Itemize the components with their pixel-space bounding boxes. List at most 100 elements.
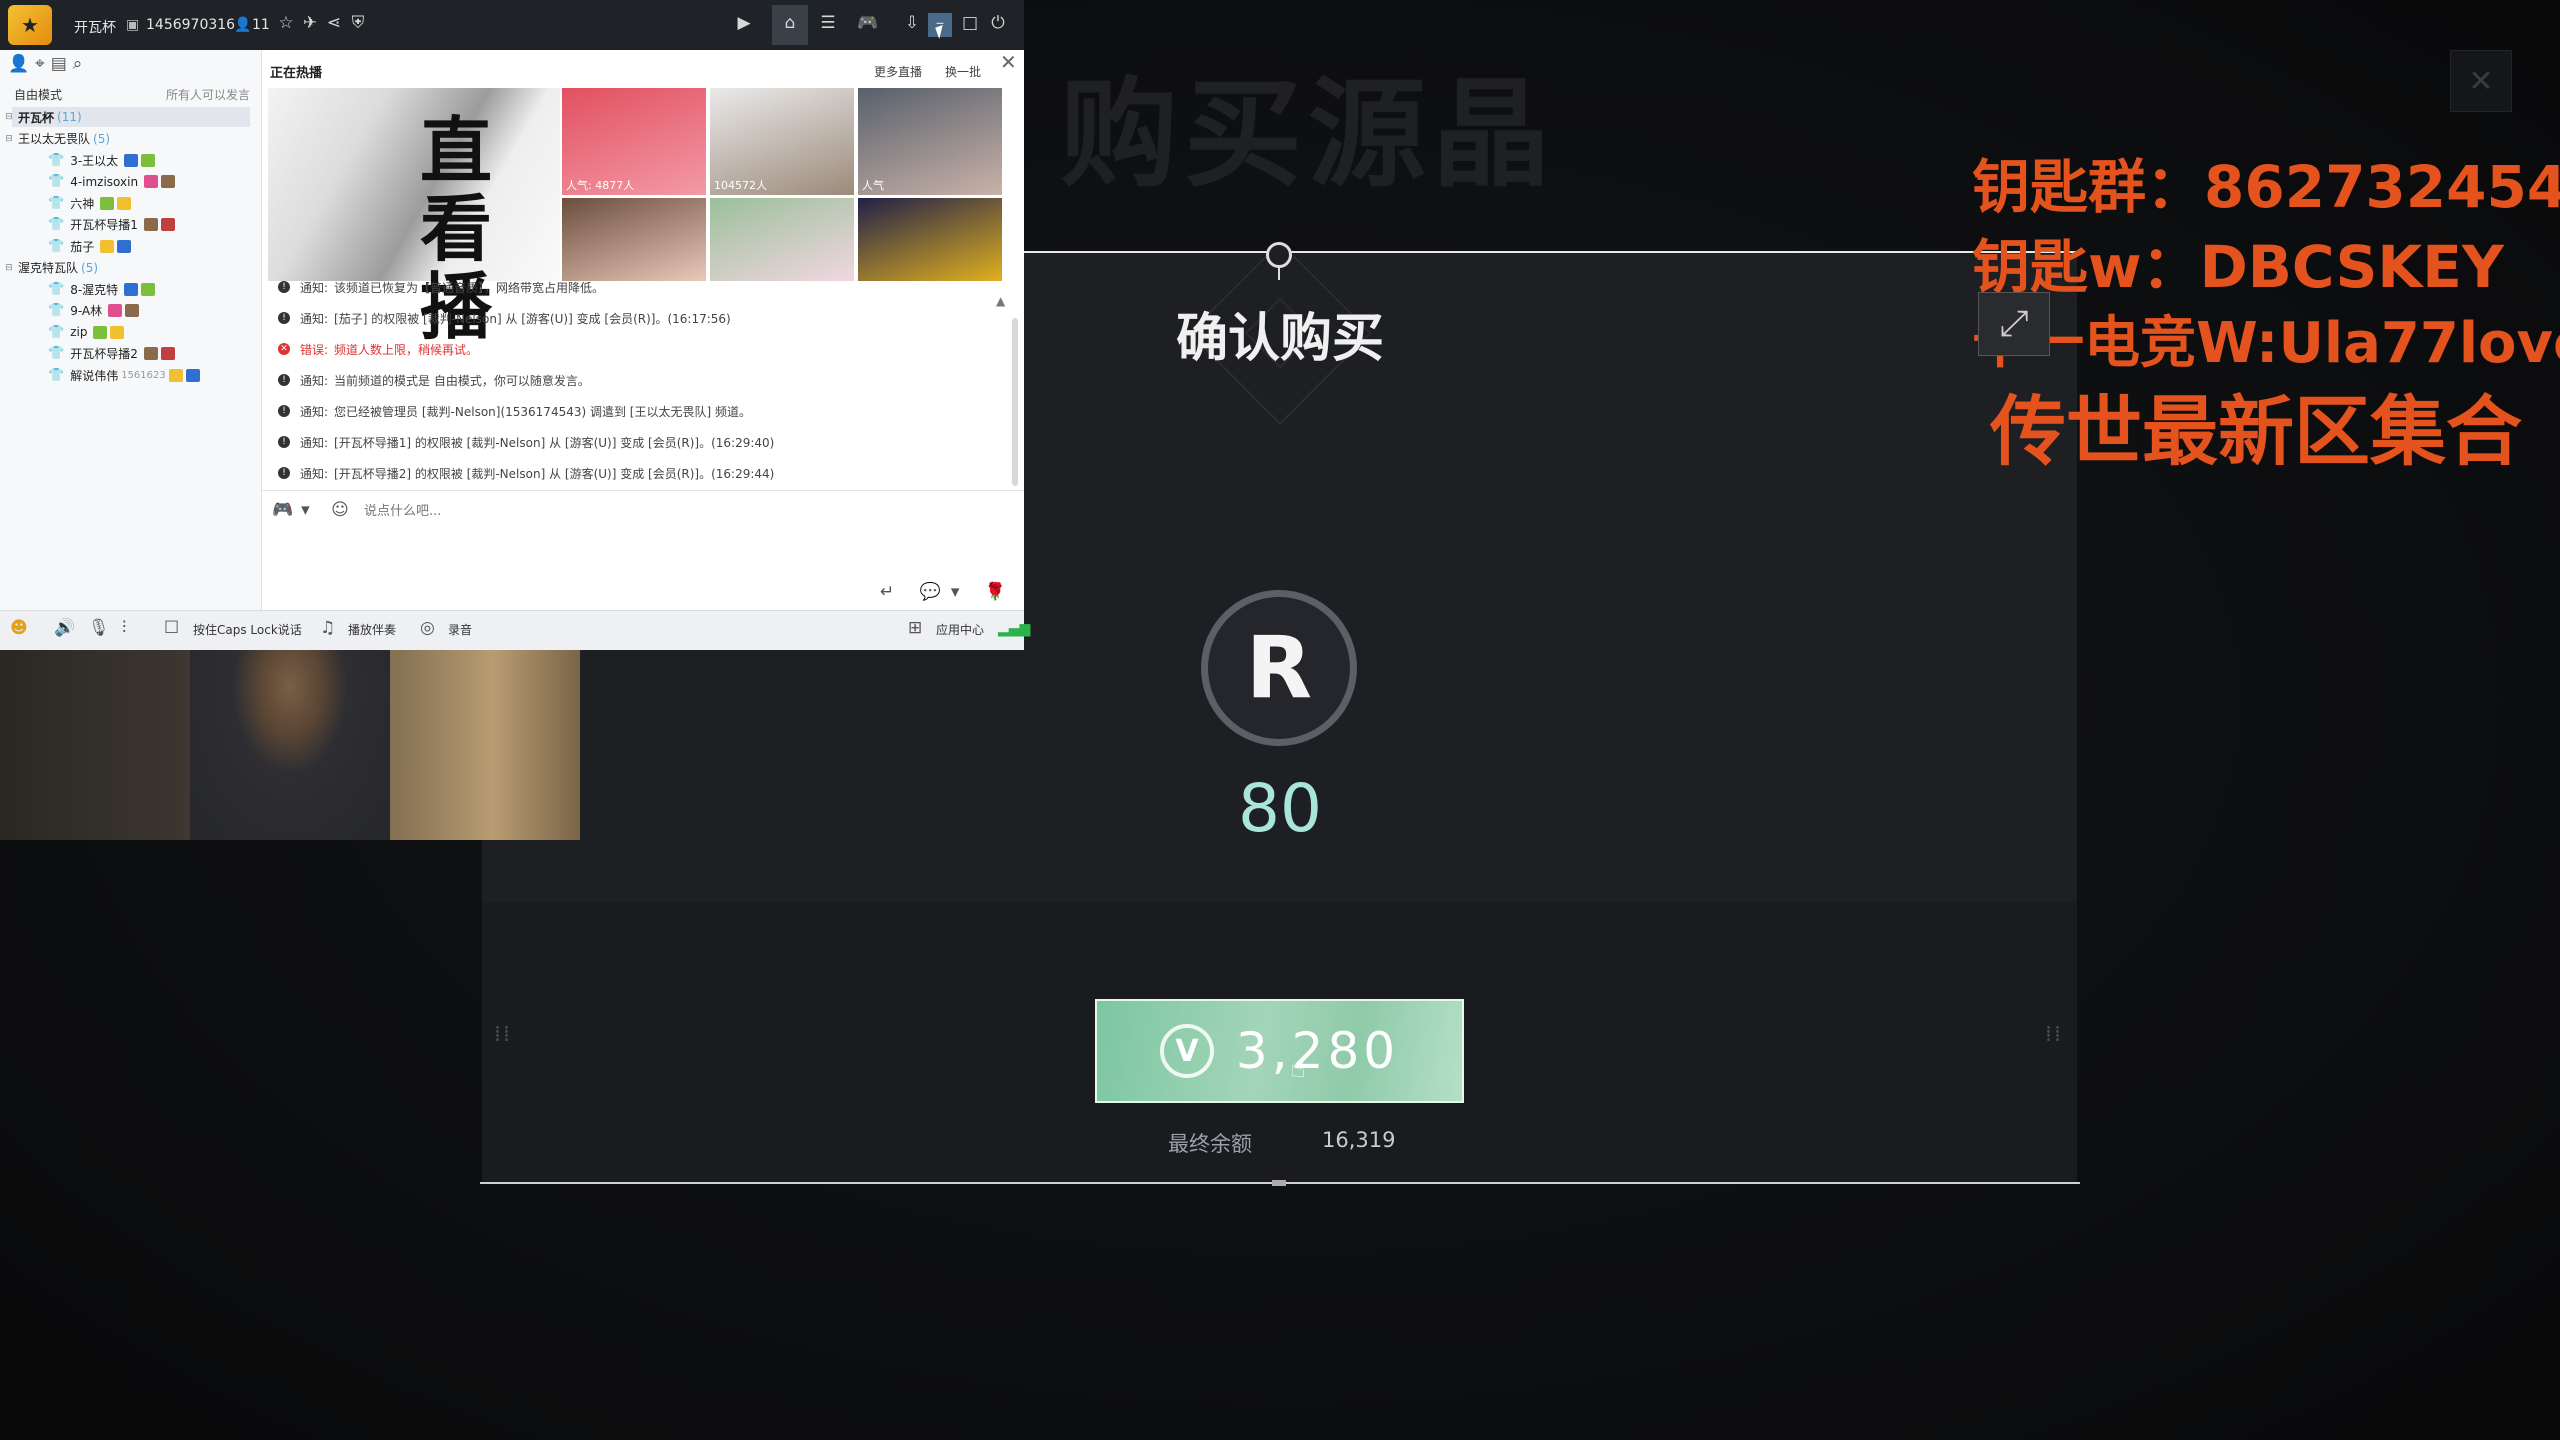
tree-item-label: 茄子 bbox=[70, 239, 95, 254]
tree-item-label: 开瓦杯 bbox=[18, 110, 55, 125]
info-icon: ! bbox=[278, 374, 290, 386]
send-toolbar[interactable]: ↵ 💬▾ 🌹 bbox=[880, 582, 1016, 602]
pin-stem bbox=[1278, 266, 1280, 280]
confirm-purchase-button[interactable]: V 3,280 bbox=[1095, 999, 1464, 1103]
radianite-icon: R bbox=[1201, 590, 1357, 746]
user-badge-icon bbox=[185, 368, 200, 382]
tree-user[interactable]: 👕 开瓦杯导播1 bbox=[0, 214, 262, 236]
chat-message: ! 通知: 当前频道的模式是 自由模式，你可以随意发言。 bbox=[278, 365, 590, 395]
channel-permission: 所有人可以发言 bbox=[166, 88, 251, 102]
user-badge-icon bbox=[110, 325, 125, 339]
plane-icon[interactable]: ✈ bbox=[298, 13, 322, 37]
record-button[interactable]: 录音 bbox=[448, 621, 472, 638]
online-count: 11 bbox=[252, 17, 270, 33]
caps-lock-talk[interactable]: 按住Caps Lock说话 bbox=[193, 621, 302, 638]
info-icon: ! bbox=[278, 436, 290, 448]
tree-channel[interactable]: ⊟ 王以太无畏队 (5) bbox=[0, 128, 262, 150]
power-icon[interactable]: ⏻ bbox=[986, 13, 1010, 37]
user-badge-icon bbox=[93, 325, 108, 339]
tree-user[interactable]: 👕 六神 bbox=[0, 192, 262, 214]
message-text: [开瓦杯导播1] 的权限被 [裁判-Nelson] 从 [游客(U)] 变成 [… bbox=[334, 435, 775, 450]
close-icon[interactable]: ✕ bbox=[1000, 50, 1017, 74]
chat-scrollbar[interactable] bbox=[1012, 318, 1018, 486]
refresh-live-link[interactable]: 换一批 bbox=[945, 63, 981, 80]
live-thumbnail[interactable]: 人气: 4877人 bbox=[562, 88, 706, 195]
tree-user[interactable]: 👕 解说伟伟 1561623 bbox=[0, 364, 262, 386]
sidebar-toolbar[interactable]: 👤⌖▤⌕ bbox=[8, 54, 88, 74]
fullscreen-icon[interactable]: ⤢ bbox=[1978, 292, 2050, 356]
tree-user[interactable]: 👕 开瓦杯导播2 bbox=[0, 343, 262, 365]
item-quantity: 80 bbox=[1238, 770, 1322, 847]
channel-id-icon: ▣ bbox=[126, 17, 140, 33]
download-icon[interactable]: ⇩ bbox=[900, 13, 924, 37]
tree-item-label: 4-imzisoxin bbox=[70, 174, 139, 189]
thumbnail-caption: 人气: 4877人 bbox=[566, 179, 635, 192]
chat-message: ! 通知: 该频道已恢复为【普通音质】，网络带宽占用降低。 bbox=[278, 272, 604, 302]
equalizer-icon[interactable]: ⫶ bbox=[122, 618, 126, 638]
live-thumbnail[interactable] bbox=[562, 198, 706, 281]
music-icon[interactable]: ♫ bbox=[320, 618, 335, 638]
input-toolbar[interactable]: 🎮▾ ☺ bbox=[272, 500, 357, 520]
app-logo-icon[interactable]: ★ bbox=[8, 5, 52, 45]
message-text: [开瓦杯导播2] 的权限被 [裁判-Nelson] 从 [游客(U)] 变成 [… bbox=[334, 466, 775, 481]
video-icon[interactable]: ▶ bbox=[732, 13, 756, 37]
tree-item-label: 渥克特瓦队 bbox=[18, 261, 79, 275]
message-text: 您已经被管理员 [裁判-Nelson](1536174543) 调遣到 [王以太… bbox=[334, 404, 751, 419]
tree-user[interactable]: 👕 茄子 bbox=[0, 235, 262, 257]
tree-channel[interactable]: ⊟ 渥克特瓦队 (5) bbox=[0, 257, 262, 279]
list-icon[interactable]: ☰ bbox=[816, 13, 840, 37]
scroll-up-icon[interactable]: ▲ bbox=[996, 294, 1005, 308]
more-live-link[interactable]: 更多直播 bbox=[874, 63, 922, 80]
tree-user[interactable]: 👕 zip bbox=[0, 321, 262, 343]
tree-channel[interactable]: ⊟ 开瓦杯 (11) bbox=[0, 106, 262, 128]
purchase-price: 3,280 bbox=[1235, 1022, 1400, 1080]
gamepad-icon[interactable]: 🎮 bbox=[856, 13, 880, 37]
tree-user[interactable]: 👕 3-王以太 bbox=[0, 149, 262, 171]
checkbox-icon[interactable]: ☐ bbox=[164, 618, 179, 638]
user-role-icon: 👕 bbox=[48, 238, 65, 254]
app-center[interactable]: 应用中心 bbox=[936, 621, 984, 638]
chat-message: ! 通知: [开瓦杯导播1] 的权限被 [裁判-Nelson] 从 [游客(U)] … bbox=[278, 427, 774, 457]
scroll-indicator bbox=[1272, 1180, 1286, 1186]
overlay-line-1: 钥匙群：862732454 bbox=[1972, 153, 2560, 221]
share-icon[interactable]: ⋖ bbox=[322, 13, 346, 37]
user-role-icon: 👕 bbox=[48, 152, 65, 168]
mood-icon[interactable]: ☻ bbox=[10, 618, 28, 638]
live-thumbnail[interactable]: 人气 bbox=[858, 88, 1002, 195]
shield-icon[interactable]: ⛨ bbox=[346, 13, 370, 37]
drag-dots-right: ⁞⁞ bbox=[2045, 1022, 2063, 1047]
balance-label: 最终余额 bbox=[1168, 1132, 1252, 1156]
user-badge-icon bbox=[124, 282, 139, 296]
tree-item-label: 王以太无畏队 bbox=[18, 132, 91, 146]
live-thumbnail[interactable] bbox=[858, 198, 1002, 281]
maximize-icon[interactable]: □ bbox=[958, 13, 982, 37]
tree-user[interactable]: 👕 4-imzisoxin bbox=[0, 171, 262, 193]
tree-item-label: 8-渥克特 bbox=[70, 282, 119, 297]
live-thumbnail[interactable]: 104572人 bbox=[710, 88, 854, 195]
speaker-icon[interactable]: 🔊 bbox=[54, 618, 75, 638]
chat-message: ! 通知: 您已经被管理员 [裁判-Nelson](1536174543) 调遣到 … bbox=[278, 396, 751, 426]
home-icon[interactable]: ⌂ bbox=[772, 5, 808, 45]
close-icon[interactable]: ✕ bbox=[2450, 50, 2512, 112]
info-icon: ! bbox=[278, 281, 290, 293]
user-badge-icon bbox=[100, 239, 115, 253]
overlay-line-2: 钥匙w：DBCSKEY bbox=[1972, 233, 2504, 301]
message-prefix: 通知: bbox=[300, 280, 329, 295]
tree-item-label: 开瓦杯导播2 bbox=[70, 347, 138, 361]
play-music[interactable]: 播放伴奏 bbox=[348, 621, 396, 638]
microphone-icon[interactable]: 🎙 bbox=[88, 618, 110, 638]
live-thumbnail[interactable] bbox=[710, 198, 854, 281]
record-icon[interactable]: ◎ bbox=[420, 618, 435, 638]
chat-message: ✕ 错误: 频道人数上限，稍候再试。 bbox=[278, 334, 478, 364]
info-icon: ! bbox=[278, 467, 290, 479]
user-role-icon: 👕 bbox=[48, 281, 65, 297]
app-grid-icon[interactable]: ⊞ bbox=[908, 618, 922, 638]
tree-user[interactable]: 👕 8-渥克特 bbox=[0, 278, 262, 300]
chat-input[interactable] bbox=[364, 500, 764, 522]
star-icon[interactable]: ☆ bbox=[274, 13, 298, 37]
signal-icon: ▂▄▆ bbox=[998, 621, 1031, 637]
tree-user[interactable]: 👕 9-A林 bbox=[0, 300, 262, 322]
tree-item-count: (5) bbox=[81, 260, 99, 275]
tree-item-label: 9-A林 bbox=[70, 304, 103, 318]
message-text: 当前频道的模式是 自由模式，你可以随意发言。 bbox=[334, 373, 590, 388]
